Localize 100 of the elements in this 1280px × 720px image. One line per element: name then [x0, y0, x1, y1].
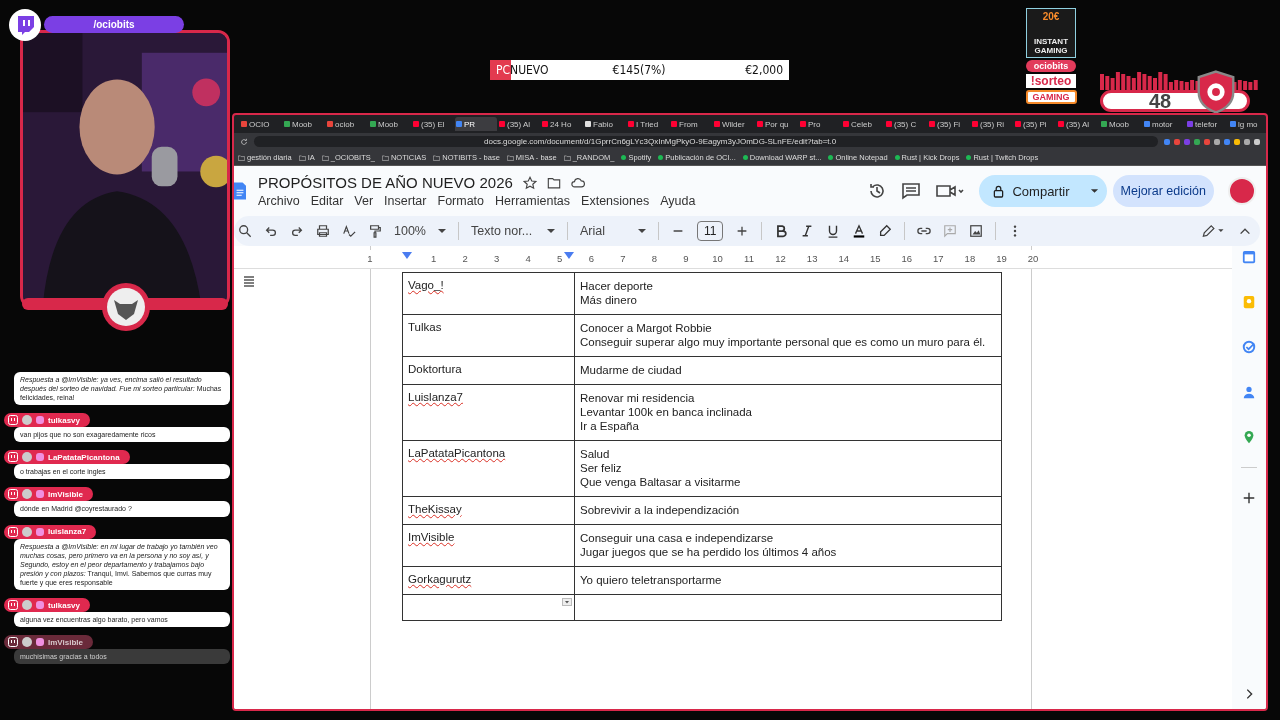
- outline-icon[interactable]: [242, 274, 256, 288]
- podium-label: ociobits: [1025, 60, 1077, 72]
- menu-item[interactable]: Editar: [310, 194, 344, 208]
- highlighter-icon[interactable]: [878, 224, 893, 238]
- viewer-count: 48: [1148, 89, 1172, 113]
- chat-username: tulkasvy: [48, 415, 81, 425]
- card-brand: INSTANT GAMING: [1032, 38, 1070, 55]
- folder-icon[interactable]: [546, 175, 561, 190]
- table-cell-text: Mudarme de ciudad: [580, 363, 683, 377]
- calendar-icon[interactable]: [1242, 250, 1256, 264]
- giveaway-command: !sorteo: [1025, 74, 1077, 88]
- browser-tab[interactable]: (35) C: [885, 117, 927, 131]
- browser-tab[interactable]: Pro: [799, 117, 841, 131]
- table-cell: ImVisible: [408, 531, 455, 543]
- plus-icon[interactable]: [1242, 491, 1256, 505]
- redo-icon[interactable]: [290, 224, 304, 238]
- cell-dropdown-icon[interactable]: [562, 598, 572, 606]
- address-bar[interactable]: docs.google.com/document/d/1GprrCn6gLYc3QxInMgPkyO-9Eagym3yJOmDG-SLnFE/edit?tab=t.0: [254, 136, 1158, 147]
- browser-tab[interactable]: Fabio: [584, 117, 626, 131]
- menu-item[interactable]: Herramientas: [495, 194, 571, 208]
- goal-target: €2,000: [745, 63, 784, 77]
- ruler-number: 7: [620, 253, 626, 264]
- ruler-number: 1: [430, 253, 437, 264]
- share-button[interactable]: Compartir: [979, 175, 1107, 207]
- contacts-icon[interactable]: [1242, 385, 1256, 399]
- menu-item[interactable]: Archivo: [258, 194, 300, 208]
- bold-icon[interactable]: [774, 224, 789, 238]
- browser-tab[interactable]: Wilder: [713, 117, 755, 131]
- badge-icon: [36, 490, 44, 499]
- map-pin-icon[interactable]: [1242, 430, 1256, 444]
- browser-tab[interactable]: ociob: [326, 117, 368, 131]
- menu-item[interactable]: Extensiones: [581, 194, 650, 208]
- browser-tab[interactable]: (35) El: [412, 117, 454, 131]
- edit-mode-icon[interactable]: [1200, 224, 1226, 238]
- indent-marker-icon[interactable]: [402, 252, 412, 259]
- browser-tab[interactable]: (35) Fi: [928, 117, 970, 131]
- browser-tab[interactable]: I Tried: [627, 117, 669, 131]
- text-color-icon[interactable]: [852, 224, 867, 238]
- font-select[interactable]: Arial: [580, 224, 646, 238]
- table-cell-text: Hacer deporte: [580, 279, 654, 293]
- folder-icon: [506, 154, 514, 161]
- caret-icon[interactable]: [1089, 188, 1099, 194]
- menu-item[interactable]: Insertar: [384, 194, 427, 208]
- bull-logo-icon: [101, 282, 151, 332]
- browser-tab[interactable]: (35) Al: [1057, 117, 1099, 131]
- ruler-number: 10: [712, 253, 723, 264]
- menu-item[interactable]: Ver: [354, 194, 374, 208]
- browser-tab[interactable]: Moob: [1100, 117, 1142, 131]
- avatar-icon: [22, 489, 32, 500]
- comment-icon[interactable]: [901, 181, 922, 201]
- table-cell: LaPatataPicantona: [408, 447, 506, 459]
- paint-format-icon[interactable]: [368, 224, 382, 238]
- undo-icon[interactable]: [264, 224, 278, 238]
- reload-icon[interactable]: [240, 137, 248, 146]
- ruler-number: 19: [996, 253, 1007, 264]
- browser-tab[interactable]: Celeb: [842, 117, 884, 131]
- avatar-icon[interactable]: [1228, 177, 1256, 205]
- folder-icon: [298, 154, 306, 161]
- ruler-number: 9: [683, 253, 689, 264]
- site-icon: [621, 155, 627, 160]
- ruler-number: 6: [588, 253, 594, 264]
- zoom-select[interactable]: 100%: [394, 224, 446, 238]
- browser-tab[interactable]: telefor: [1186, 117, 1228, 131]
- style-select[interactable]: Texto nor...: [471, 224, 555, 238]
- browser-tab[interactable]: lg mo: [1229, 117, 1266, 131]
- twitch-icon: [8, 600, 18, 611]
- table-cell-text: Salud: [580, 447, 611, 461]
- search-icon[interactable]: [238, 224, 252, 238]
- browser-tab[interactable]: From: [670, 117, 712, 131]
- browser-tab[interactable]: Moob: [369, 117, 411, 131]
- browser-tab[interactable]: Por qu: [756, 117, 798, 131]
- table-cell-text: Ir a España: [580, 419, 640, 433]
- badge-icon: [36, 416, 44, 425]
- table-cell-text: Sobrevivir a la independización: [580, 503, 741, 517]
- menu-item[interactable]: Ayuda: [660, 194, 696, 208]
- avatar-icon: [22, 637, 32, 648]
- image-icon[interactable]: [969, 224, 984, 238]
- browser-tab[interactable]: Moob: [283, 117, 325, 131]
- browser-tab[interactable]: OCIO: [240, 117, 282, 131]
- star-icon[interactable]: [522, 175, 537, 190]
- browser-tab[interactable]: (35) Pi: [1014, 117, 1056, 131]
- menu-item[interactable]: Formato: [437, 194, 485, 208]
- table-cell-text: Más dinero: [580, 293, 638, 307]
- document-title[interactable]: PROPÓSITOS DE AÑO NUEVO 2026: [258, 174, 513, 191]
- upgrade-button[interactable]: Mejorar edición: [1112, 175, 1214, 207]
- badge-icon: [36, 453, 44, 462]
- browser-tab[interactable]: PR: [455, 117, 497, 131]
- ruler-number: 8: [651, 253, 658, 264]
- badge-icon: [36, 601, 44, 610]
- indent-marker-icon[interactable]: [564, 252, 574, 259]
- tasks-icon[interactable]: [1242, 340, 1256, 354]
- font-size-field[interactable]: 11: [697, 221, 724, 241]
- browser-tab[interactable]: (35) Ri: [971, 117, 1013, 131]
- browser-tab[interactable]: 24 Ho: [541, 117, 583, 131]
- print-icon[interactable]: [316, 224, 330, 238]
- browser-tab[interactable]: motor: [1143, 117, 1185, 131]
- spellcheck-icon[interactable]: [342, 224, 356, 238]
- badge-icon: [36, 638, 44, 647]
- table-cell-text: Ser feliz: [580, 461, 623, 475]
- browser-tab[interactable]: (35) Al: [498, 117, 540, 131]
